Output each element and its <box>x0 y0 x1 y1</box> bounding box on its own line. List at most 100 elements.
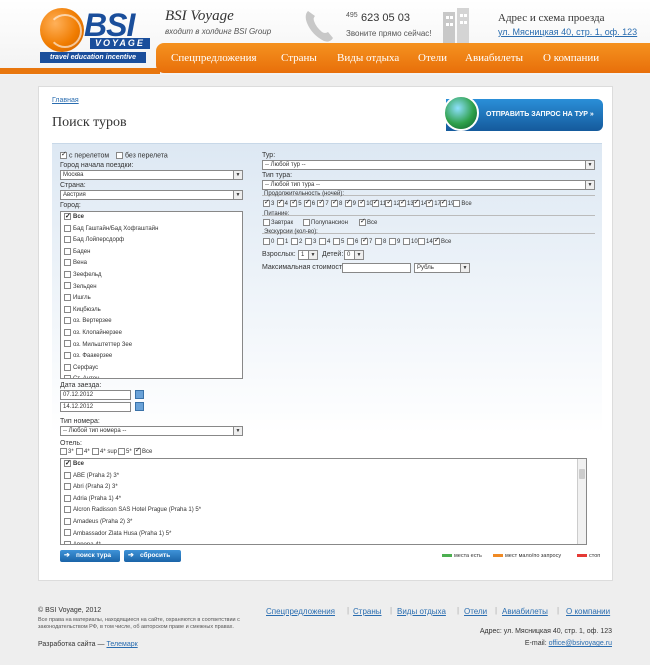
excursion-checkbox[interactable] <box>389 238 396 245</box>
city-checkbox[interactable] <box>64 259 71 267</box>
address-link[interactable]: ул. Мясницкая 40, стр. 1, оф. 123 <box>498 27 637 37</box>
excursion-checkbox[interactable] <box>375 238 382 245</box>
nights-checkbox[interactable] <box>426 198 434 207</box>
excursion-option[interactable]: 10 <box>403 238 418 245</box>
city-checkbox[interactable] <box>64 282 71 290</box>
city-checkbox[interactable] <box>64 328 71 336</box>
date-to-input[interactable]: 14.12.2012 <box>60 402 131 412</box>
excursion-checkbox[interactable] <box>263 238 270 245</box>
hotel-list-item[interactable]: Amadeus (Praha 2) 3* <box>61 517 586 529</box>
city-checkbox[interactable] <box>64 375 71 378</box>
nights-checkbox[interactable] <box>412 198 420 207</box>
footer-dev-link[interactable]: Телемарк <box>106 641 137 648</box>
city-list-item[interactable]: Баден <box>61 247 242 259</box>
city-checkbox[interactable] <box>64 363 71 371</box>
hotel-list-item[interactable]: Аврора 4* <box>61 540 586 544</box>
calendar-icon[interactable] <box>135 402 144 411</box>
nights-checkbox[interactable] <box>303 198 311 207</box>
city-list-item[interactable]: Кицбюэль <box>61 305 242 317</box>
nights-checkbox[interactable] <box>399 198 406 207</box>
city-list-item[interactable]: оз. Мильштеттер Зее <box>61 340 242 352</box>
excursion-option[interactable]: 3 <box>305 238 316 245</box>
meal-option[interactable]: Полупансион <box>303 219 348 226</box>
with-flight-checkbox[interactable] <box>60 150 67 159</box>
nights-option[interactable]: 4 <box>276 198 288 207</box>
city-checkbox[interactable] <box>64 270 71 278</box>
nights-option[interactable]: 9 <box>344 198 356 207</box>
city-list-item[interactable]: Бад Лойперсдорф <box>61 235 242 247</box>
nights-checkbox[interactable] <box>344 198 352 207</box>
with-flight-option[interactable]: с перелетом <box>60 150 109 159</box>
footer-nav-about[interactable]: О компании <box>566 607 610 616</box>
nights-checkbox[interactable] <box>276 198 284 207</box>
city-list-item[interactable]: Вена <box>61 258 242 270</box>
star-checkbox[interactable] <box>134 446 141 455</box>
city-checkbox[interactable] <box>64 305 71 313</box>
city-list-item[interactable]: Все <box>61 212 242 224</box>
nights-checkbox[interactable] <box>453 200 461 207</box>
star-checkbox[interactable] <box>118 448 125 455</box>
star-option[interactable]: 4* <box>76 448 90 455</box>
star-option[interactable]: 5* <box>118 448 132 455</box>
excursion-option[interactable]: 8 <box>375 238 386 245</box>
nights-option[interactable]: 12 <box>385 198 400 207</box>
star-option[interactable]: 3* <box>60 448 74 455</box>
nights-option[interactable]: 10 <box>358 198 373 207</box>
city-list-item[interactable]: Серфаус <box>61 363 242 375</box>
hotel-checkbox[interactable] <box>64 494 71 502</box>
footer-nav-hotels[interactable]: Отели <box>464 607 487 616</box>
meal-checkbox[interactable] <box>263 219 270 226</box>
star-checkbox[interactable] <box>92 448 99 455</box>
calendar-icon[interactable] <box>135 390 144 399</box>
hotel-checkbox[interactable] <box>64 529 71 537</box>
hotel-checkbox[interactable] <box>64 541 71 544</box>
country-select[interactable]: Австрия ▼ <box>60 190 243 200</box>
nights-option[interactable]: 7 <box>317 198 329 207</box>
nights-option[interactable]: 3 <box>263 198 274 207</box>
nights-checkbox[interactable] <box>331 198 338 207</box>
hotel-list-scrollbar[interactable] <box>577 459 586 544</box>
hotel-checkbox[interactable] <box>64 459 71 469</box>
nights-checkbox[interactable] <box>385 198 393 207</box>
without-flight-option[interactable]: без перелета <box>116 152 168 159</box>
excursion-checkbox[interactable] <box>319 238 326 245</box>
nights-checkbox[interactable] <box>439 198 447 207</box>
excursion-option[interactable]: 7 <box>361 236 372 245</box>
excursion-checkbox[interactable] <box>418 238 425 245</box>
nights-checkbox[interactable] <box>317 198 325 207</box>
nights-option[interactable]: 19 <box>439 198 454 207</box>
excursion-option[interactable]: 1 <box>277 238 288 245</box>
bsi-logo[interactable]: BSI VOYAGE travel education incentive <box>38 8 156 66</box>
excursion-option[interactable]: 4 <box>319 238 330 245</box>
nav-item-countries[interactable]: Страны <box>281 52 317 64</box>
excursion-option[interactable]: 9 <box>389 238 400 245</box>
search-tour-button[interactable]: ➔ поиск тура <box>60 550 120 562</box>
reset-button[interactable]: ➔ сбросить <box>124 550 181 562</box>
city-list-item[interactable]: Зельден <box>61 282 242 294</box>
departure-select[interactable]: Москва ▼ <box>60 170 243 180</box>
nights-option[interactable]: 11 <box>371 198 386 207</box>
nav-item-specials[interactable]: Спецпредложения <box>171 52 257 64</box>
nights-option[interactable]: 13 <box>399 198 414 207</box>
star-option[interactable]: Все <box>134 446 152 455</box>
city-checkbox[interactable] <box>64 247 71 255</box>
nights-option[interactable]: 5 <box>290 198 302 207</box>
city-checkbox[interactable] <box>64 352 71 360</box>
scrollbar-thumb[interactable] <box>579 469 585 479</box>
hotel-list-item[interactable]: Все <box>61 459 586 471</box>
hotel-list-item[interactable]: Alcron Radisson SAS Hotel Prague (Praha … <box>61 505 586 517</box>
excursion-option[interactable]: 0 <box>263 238 274 245</box>
meal-checkbox[interactable] <box>359 217 366 226</box>
hotel-list-item[interactable]: Ambassador Zlata Husa (Praha 1) 5* <box>61 529 586 541</box>
excursion-checkbox[interactable] <box>277 238 284 245</box>
city-list-item[interactable]: Зеефельд <box>61 270 242 282</box>
excursion-checkbox[interactable] <box>305 238 312 245</box>
city-checkbox[interactable] <box>64 340 71 348</box>
excursion-option[interactable]: 6 <box>347 238 358 245</box>
star-checkbox[interactable] <box>60 448 67 455</box>
nights-checkbox[interactable] <box>358 198 366 207</box>
without-flight-checkbox[interactable] <box>116 152 123 159</box>
meal-checkbox[interactable] <box>303 219 310 226</box>
star-option[interactable]: 4* sup <box>92 448 117 455</box>
city-checkbox[interactable] <box>64 317 71 325</box>
